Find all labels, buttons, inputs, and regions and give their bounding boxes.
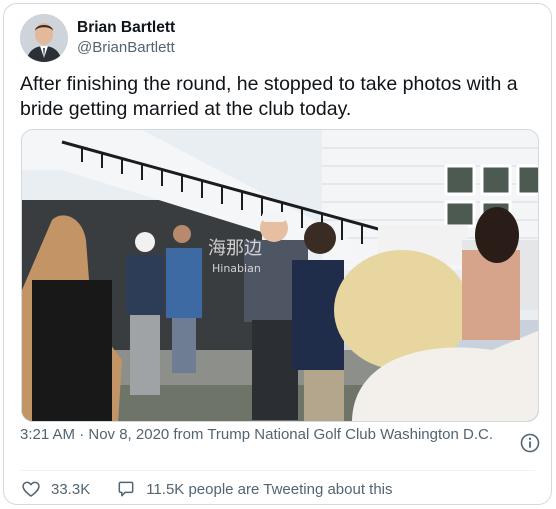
tweet-text: After finishing the round, he stopped to… xyxy=(20,73,518,120)
tweet-media[interactable]: 海那边 Hinabian xyxy=(21,129,539,422)
tweet-timestamp-source[interactable]: 3:21 AM · Nov 8, 2020 from Trump Nationa… xyxy=(20,425,520,445)
info-circle-icon[interactable] xyxy=(519,432,541,454)
author-display-name[interactable]: Brian Bartlett xyxy=(77,18,175,38)
heart-icon xyxy=(22,481,40,497)
media-photo: 海那边 Hinabian xyxy=(22,130,538,421)
like-stat[interactable]: 33.3K xyxy=(21,479,90,499)
avatar-image xyxy=(20,14,68,62)
tweet-header: Brian Bartlett @BrianBartlett xyxy=(20,13,175,63)
talking-stat[interactable]: 11.5K people are Tweeting about this xyxy=(116,479,393,499)
avatar[interactable] xyxy=(20,14,68,62)
watermark-en: Hinabian xyxy=(212,262,261,275)
author-handle[interactable]: @BrianBartlett xyxy=(77,38,175,58)
watermark-cn: 海那边 xyxy=(208,238,262,259)
speech-bubble-icon xyxy=(118,481,134,497)
divider xyxy=(20,470,535,471)
tweet-stats: 33.3K 11.5K people are Tweeting about th… xyxy=(21,477,393,501)
talking-text: 11.5K people are Tweeting about this xyxy=(146,480,393,498)
like-count: 33.3K xyxy=(51,480,91,498)
tweet-card: Brian Bartlett @BrianBartlett After fini… xyxy=(3,3,552,505)
